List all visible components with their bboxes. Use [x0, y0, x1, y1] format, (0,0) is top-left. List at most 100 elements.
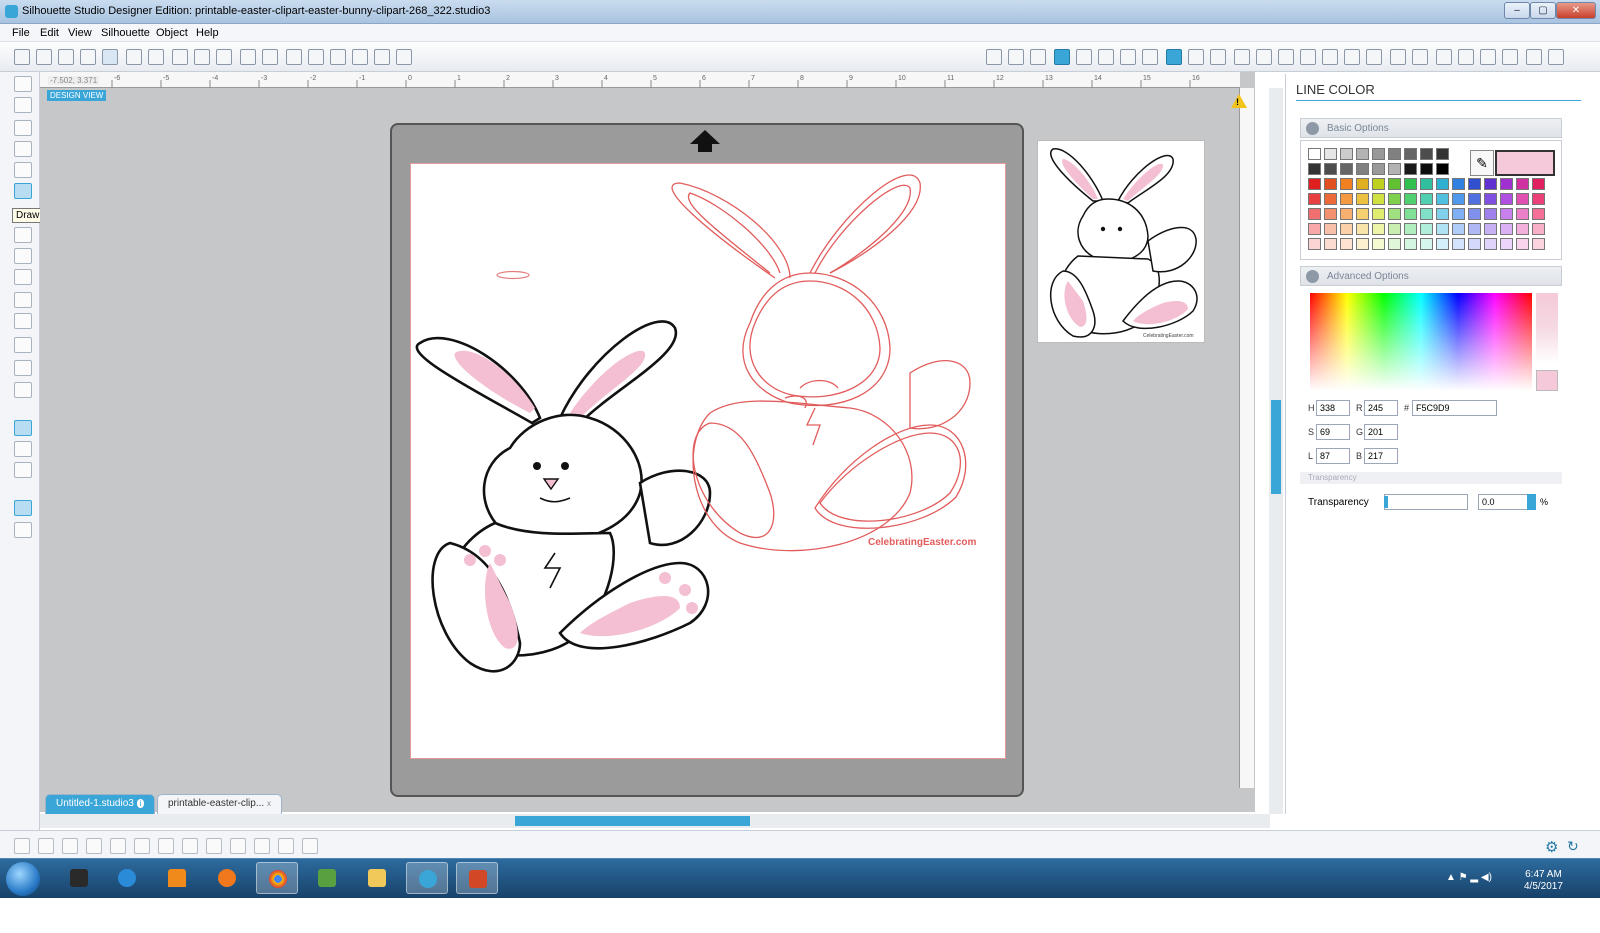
- hex-field[interactable]: F5C9D9: [1412, 400, 1497, 416]
- fill-color-icon[interactable]: [1166, 49, 1182, 65]
- online-store-icon[interactable]: [14, 462, 32, 478]
- split-view-icon[interactable]: [14, 522, 32, 538]
- color-swatch[interactable]: [1308, 193, 1321, 205]
- select-arrow-icon[interactable]: [14, 76, 32, 92]
- close-tab-icon[interactable]: x: [267, 799, 271, 808]
- color-swatch[interactable]: [1340, 223, 1353, 235]
- color-swatch[interactable]: [1372, 148, 1385, 160]
- color-swatch[interactable]: [1324, 223, 1337, 235]
- taskbar-file-explorer[interactable]: [356, 862, 398, 894]
- preferences-icon[interactable]: [1480, 49, 1496, 65]
- start-button-icon[interactable]: [6, 862, 40, 896]
- shape-library-icon[interactable]: [1054, 49, 1070, 65]
- fit-to-page-icon[interactable]: [396, 49, 412, 65]
- minimize-button[interactable]: –: [1504, 2, 1530, 19]
- color-swatch[interactable]: [1436, 208, 1449, 220]
- color-swatch[interactable]: [1388, 193, 1401, 205]
- color-swatch[interactable]: [1484, 238, 1497, 250]
- line-style-icon[interactable]: [1300, 49, 1316, 65]
- cut-settings-icon[interactable]: [1436, 49, 1452, 65]
- drag-zoom-icon[interactable]: [374, 49, 390, 65]
- blue-field[interactable]: 217: [1364, 448, 1398, 464]
- taskbar-powerpoint[interactable]: [456, 862, 498, 894]
- taskbar-silhouette[interactable]: [406, 862, 448, 894]
- color-swatch[interactable]: [1388, 163, 1401, 175]
- freehand-icon[interactable]: [14, 292, 32, 308]
- color-swatch[interactable]: [1468, 238, 1481, 250]
- color-swatch[interactable]: [1420, 163, 1433, 175]
- edit-points-icon[interactable]: [14, 97, 32, 113]
- color-swatch[interactable]: [1324, 208, 1337, 220]
- draw-line-icon[interactable]: [14, 120, 32, 136]
- color-swatch[interactable]: [1532, 223, 1545, 235]
- text-tool-icon[interactable]: [14, 337, 32, 353]
- make-compound-icon[interactable]: [62, 838, 78, 854]
- knife-icon[interactable]: [14, 382, 32, 398]
- taskbar-media-player[interactable]: [206, 862, 248, 894]
- registration-marks-icon[interactable]: [986, 49, 1002, 65]
- luminance-slider[interactable]: [1536, 293, 1558, 363]
- duplicate-icon[interactable]: [110, 838, 126, 854]
- page-setup-icon[interactable]: [1008, 49, 1024, 65]
- save-icon[interactable]: [80, 49, 96, 65]
- bring-to-front-icon[interactable]: [206, 838, 222, 854]
- color-swatch[interactable]: [1436, 178, 1449, 190]
- color-swatch[interactable]: [1372, 193, 1385, 205]
- group-icon[interactable]: [14, 838, 30, 854]
- replicate-icon[interactable]: [1256, 49, 1272, 65]
- bunny-colored[interactable]: [415, 320, 712, 673]
- show-panels-icon[interactable]: [14, 500, 32, 516]
- eyedropper-icon[interactable]: ✎: [1470, 150, 1494, 176]
- color-swatch[interactable]: [1340, 208, 1353, 220]
- bunny-trace-outline[interactable]: CelebratingEaster.com: [671, 174, 976, 552]
- design-view-icon[interactable]: [14, 420, 32, 436]
- color-swatch[interactable]: [1420, 223, 1433, 235]
- color-swatch[interactable]: [1324, 148, 1337, 160]
- system-tray[interactable]: ▲ ⚑ ▂ ◀): [1446, 872, 1516, 886]
- color-swatch[interactable]: [1356, 238, 1369, 250]
- trace-icon[interactable]: [1120, 49, 1136, 65]
- color-swatch[interactable]: [1388, 208, 1401, 220]
- saturation-field[interactable]: 69: [1316, 424, 1350, 440]
- rotate-icon[interactable]: [1142, 49, 1158, 65]
- zoom-out-icon[interactable]: [330, 49, 346, 65]
- transparency-spinner[interactable]: [1527, 494, 1536, 510]
- collapse-icon[interactable]: [1306, 270, 1319, 283]
- color-swatch[interactable]: [1324, 163, 1337, 175]
- color-swatch[interactable]: [1420, 148, 1433, 160]
- gradient-icon[interactable]: [1188, 49, 1204, 65]
- color-swatch[interactable]: [1404, 163, 1417, 175]
- send-icon[interactable]: [1548, 49, 1564, 65]
- color-swatch[interactable]: [1436, 148, 1449, 160]
- delete-icon[interactable]: [182, 838, 198, 854]
- color-swatch[interactable]: [1436, 223, 1449, 235]
- draw-polygon-icon[interactable]: [14, 227, 32, 243]
- close-button[interactable]: ✕: [1556, 2, 1596, 19]
- color-swatch[interactable]: [1516, 238, 1529, 250]
- text-style-icon[interactable]: [1210, 49, 1226, 65]
- color-swatch[interactable]: [1484, 223, 1497, 235]
- draw-curve-icon[interactable]: [14, 248, 32, 264]
- draw-ellipse-icon[interactable]: [14, 183, 32, 199]
- open-library-icon[interactable]: [58, 49, 74, 65]
- color-swatch[interactable]: [1356, 193, 1369, 205]
- paste-icon[interactable]: [216, 49, 232, 65]
- transform-icon[interactable]: [1278, 49, 1294, 65]
- color-swatch[interactable]: [1516, 178, 1529, 190]
- drawn-ellipse[interactable]: [496, 270, 530, 280]
- tab-untitled-1[interactable]: Untitled-1.studio3 i: [45, 794, 156, 814]
- color-spectrum-picker[interactable]: [1310, 293, 1532, 391]
- color-swatch[interactable]: [1324, 193, 1337, 205]
- maximize-button[interactable]: ▢: [1530, 2, 1556, 19]
- undo-icon[interactable]: [240, 49, 256, 65]
- eraser-icon[interactable]: [14, 360, 32, 376]
- color-swatch[interactable]: [1500, 178, 1513, 190]
- color-swatch[interactable]: [1356, 148, 1369, 160]
- color-swatch[interactable]: [1404, 148, 1417, 160]
- offset-icon[interactable]: [1344, 49, 1360, 65]
- color-swatch[interactable]: [1372, 208, 1385, 220]
- library-view-icon[interactable]: [14, 441, 32, 457]
- collapse-icon[interactable]: [1306, 122, 1319, 135]
- new-document-icon[interactable]: [14, 49, 30, 65]
- store-icon[interactable]: [1076, 49, 1092, 65]
